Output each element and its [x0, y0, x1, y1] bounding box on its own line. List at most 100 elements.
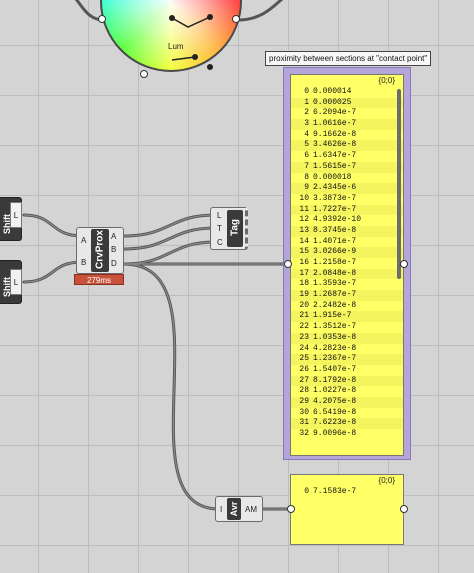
row-value: 4.2075e-8	[313, 396, 357, 406]
row-index: 13	[299, 225, 309, 235]
panel-row: 18 1.3593e-7	[291, 279, 403, 290]
panel-row: 3 1.0616e-7	[291, 119, 403, 130]
row-value: 0.000018	[313, 172, 352, 182]
row-value: 1.6347e-7	[313, 151, 357, 161]
avg-panel-output-grip[interactable]	[400, 505, 408, 513]
row-value: 3.3873e-7	[313, 193, 357, 203]
tag-component[interactable]: L T C Tag	[210, 207, 248, 250]
avr-component[interactable]: I Avr AM	[215, 496, 263, 522]
avg-panel-input-grip[interactable]	[287, 505, 295, 513]
row-index: 14	[299, 236, 309, 246]
row-value: 1.5615e-7	[313, 161, 357, 171]
wheel-lum-label: Lum	[168, 42, 184, 51]
avr-output-am[interactable]: AM	[245, 505, 257, 515]
panel-output-grip[interactable]	[400, 260, 408, 268]
row-value: 7.1583e-7	[313, 487, 357, 496]
color-wheel[interactable]: Lum	[100, 0, 242, 72]
panel-row: 28 1.0227e-8	[291, 386, 403, 397]
panel-row: 0 0.000014	[291, 87, 403, 98]
row-index: 0	[304, 87, 309, 96]
row-value: 1.2158e-7	[313, 258, 357, 267]
row-index: 31	[299, 418, 309, 428]
row-value: 1.5407e-7	[313, 364, 357, 374]
row-index: 22	[299, 322, 309, 332]
row-value: 1.3593e-7	[313, 279, 357, 289]
panel-row: 13 8.3745e-8	[291, 225, 403, 237]
wire-d-avr	[122, 262, 221, 511]
panel-rows: 0 0.000014 1 0.000025 2 6.2094e-7 3 1.0616e-7 4 9…	[291, 87, 403, 440]
panel-row: 5 3.4626e-8	[291, 140, 403, 152]
crvprox-body[interactable]: CrvProx	[91, 229, 109, 272]
crvprox-input-a[interactable]: A	[81, 236, 86, 246]
crvprox-title: CrvProx	[94, 230, 106, 269]
row-value: 0.000014	[313, 87, 352, 96]
row-index: 6	[304, 151, 309, 161]
row-index: 1	[304, 97, 309, 107]
panel-tooltip: proximity between sections at "contact p…	[265, 51, 432, 66]
row-value: 8.3745e-8	[313, 225, 357, 235]
row-value: 1.0616e-7	[313, 119, 357, 129]
panel-row: 23 1.0353e-8	[291, 332, 403, 344]
row-value: 2.0848e-8	[313, 268, 357, 278]
row-index: 4	[304, 129, 309, 139]
row-value: 2.2482e-8	[313, 300, 357, 310]
row-value: 4.9392e-10	[313, 215, 362, 225]
row-index: 11	[299, 204, 309, 214]
panel-row: 16 1.2158e-7	[291, 258, 403, 269]
shift-lower-output[interactable]: L	[10, 269, 22, 295]
panel-scrollbar[interactable]	[397, 89, 401, 279]
wheel-markers	[169, 14, 213, 70]
row-value: 2.4345e-6	[313, 183, 357, 193]
tag-body[interactable]: Tag	[227, 210, 243, 247]
row-value: 6.2094e-7	[313, 108, 357, 118]
crvprox-output-b[interactable]: B	[111, 245, 116, 255]
row-value: 0.000025	[313, 97, 352, 107]
panel-row: 30 6.5419e-8	[291, 408, 403, 419]
row-index: 27	[299, 375, 309, 385]
proximity-panel[interactable]: {0;0} 0 0.000014 1 0.000025 2 6.2094e-7 3 1.061…	[290, 74, 404, 456]
tag-input-c[interactable]: C	[217, 238, 223, 248]
panel-input-grip[interactable]	[284, 260, 292, 268]
panel-row: 21 1.915e-7	[291, 311, 403, 323]
avr-input-i[interactable]: I	[220, 505, 222, 515]
shift-upper-output[interactable]: L	[10, 202, 22, 228]
panel-row: 11 1.7227e-7	[291, 204, 403, 216]
row-value: 1.7227e-7	[313, 204, 357, 214]
avr-body[interactable]: Avr	[227, 498, 241, 520]
panel-row: 31 7.6223e-8	[291, 418, 403, 429]
crvprox-output-d[interactable]: D	[111, 259, 117, 269]
panel-row: 22 1.3512e-7	[291, 322, 403, 333]
row-index: 7	[304, 161, 309, 171]
panel-row: 8 0.000018	[291, 173, 403, 184]
wheel-bottom-grip[interactable]	[140, 70, 148, 78]
row-value: 9.1662e-8	[313, 129, 357, 139]
tag-input-t[interactable]: T	[217, 224, 222, 234]
tag-input-l[interactable]: L	[217, 211, 221, 221]
avg-panel-rows: 0 7.1583e-7	[291, 487, 403, 498]
panel-row: 9 2.4345e-6	[291, 183, 403, 194]
panel-row: 17 2.0848e-8	[291, 268, 403, 280]
row-value: 3.4626e-8	[313, 140, 357, 150]
crvprox-timer: 279ms	[74, 274, 124, 285]
row-index: 24	[299, 343, 309, 353]
panel-row: 29 4.2075e-8	[291, 396, 403, 408]
wheel-right-grip[interactable]	[232, 15, 240, 23]
row-index: 30	[299, 407, 309, 417]
row-value: 1.3512e-7	[313, 322, 357, 332]
panel-path-header: {0;0}	[378, 76, 395, 85]
average-panel[interactable]: {0;0} 0 7.1583e-7	[290, 474, 404, 545]
crvprox-component[interactable]: A B CrvProx A B D	[76, 227, 124, 274]
row-value: 1.915e-7	[313, 311, 352, 321]
panel-row: 32 9.0096e-8	[291, 429, 403, 440]
tag-title: Tag	[229, 218, 241, 237]
crvprox-output-a[interactable]: A	[111, 232, 116, 242]
crvprox-input-b[interactable]: B	[81, 258, 86, 268]
panel-row: 14 1.4071e-7	[291, 237, 403, 248]
wheel-left-grip[interactable]	[98, 15, 106, 23]
row-index: 32	[299, 429, 309, 438]
row-index: 5	[304, 140, 309, 150]
wire-wheel-right	[236, 0, 284, 22]
row-value: 6.5419e-8	[313, 407, 357, 417]
row-index: 16	[299, 258, 309, 267]
row-index: 28	[299, 386, 309, 396]
